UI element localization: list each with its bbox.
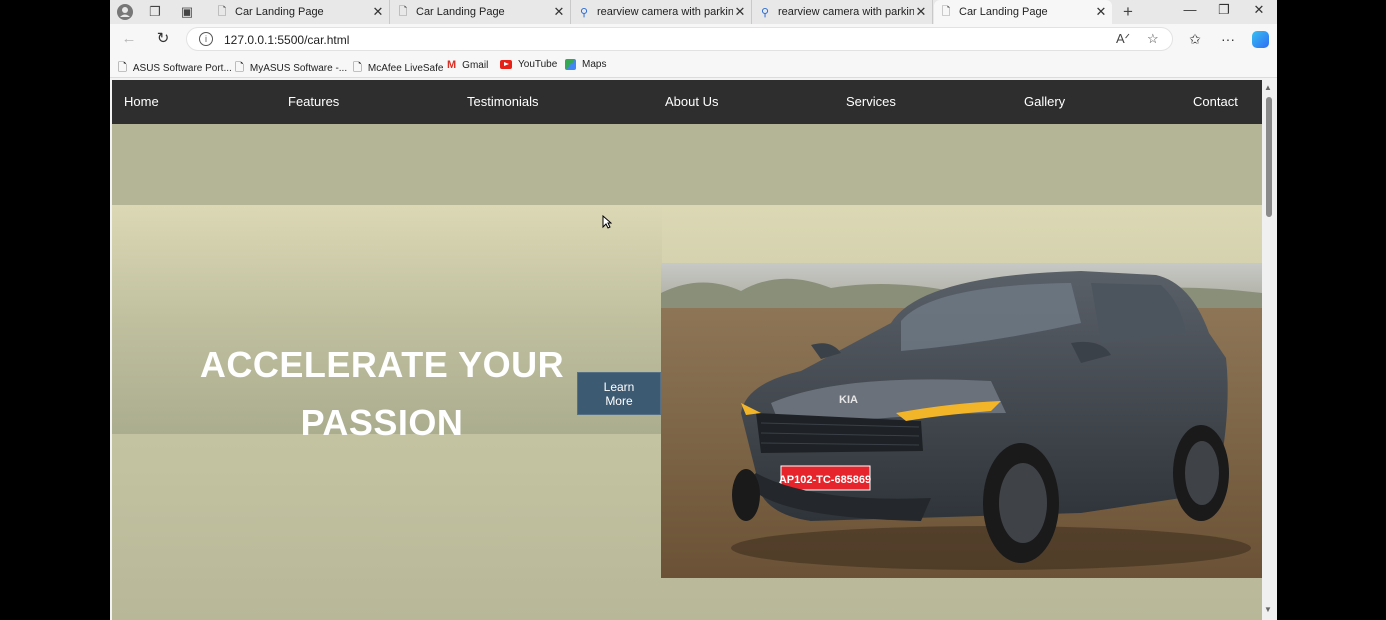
learn-more-button[interactable]: Learn More xyxy=(577,372,661,415)
browser-tab[interactable]: ⚲ rearview camera with parking sen ✕ xyxy=(572,0,752,24)
browser-tab[interactable]: 🗋 Car Landing Page ✕ xyxy=(210,0,390,24)
scroll-up-icon[interactable]: ▲ xyxy=(1264,83,1272,92)
tab-title: rearview camera with parking sen xyxy=(597,6,733,18)
bookmark-item[interactable]: 🗋 MyASUS Software -... xyxy=(235,59,347,78)
close-tab-icon[interactable]: ✕ xyxy=(914,4,928,20)
favorites-icon[interactable]: ✩ xyxy=(1186,31,1204,48)
url-text[interactable]: 127.0.0.1:5500/car.html xyxy=(224,33,349,47)
headline-line: PASSION xyxy=(300,402,464,443)
tab-strip: ❐ ▣ 🗋 Car Landing Page ✕ 🗋 Car Landing P… xyxy=(110,0,1277,24)
refresh-icon[interactable]: ↻ xyxy=(154,30,172,48)
close-window-icon[interactable]: ✕ xyxy=(1249,2,1269,18)
scrollbar-thumb[interactable] xyxy=(1266,97,1272,217)
scroll-down-icon[interactable]: ▼ xyxy=(1264,605,1272,614)
page-icon: 🗋 xyxy=(118,62,127,74)
page-icon: 🗋 xyxy=(353,62,362,74)
close-tab-icon[interactable]: ✕ xyxy=(1094,4,1108,20)
tab-title: rearview camera with parking sen xyxy=(778,6,914,18)
button-label: More xyxy=(605,393,633,408)
bookmark-item[interactable]: 🗋 McAfee LiveSafe xyxy=(353,59,443,78)
browser-tab-active[interactable]: 🗋 Car Landing Page ✕ xyxy=(934,0,1112,24)
nav-services[interactable]: Services xyxy=(846,94,896,109)
tab-title: Car Landing Page xyxy=(959,6,1048,18)
mouse-cursor xyxy=(602,214,613,234)
bookmarks-bar: 🗋 ASUS Software Port... 🗋 MyASUS Softwar… xyxy=(110,54,1277,78)
site-navbar: Home Features Testimonials About Us Serv… xyxy=(112,80,1262,124)
address-bar[interactable]: i 127.0.0.1:5500/car.html Aᐟ ☆ xyxy=(186,27,1173,51)
close-tab-icon[interactable]: ✕ xyxy=(733,4,747,20)
nav-home[interactable]: Home xyxy=(124,94,159,109)
car-badge: KIA xyxy=(839,394,858,406)
hero-headline: ACCELERATE YOUR PASSION xyxy=(132,336,632,452)
license-plate: AP102-TC-685869 xyxy=(779,474,871,486)
favorite-star-icon[interactable]: ☆ xyxy=(1147,31,1159,47)
youtube-icon xyxy=(500,60,512,69)
profile-icon[interactable] xyxy=(116,3,134,21)
new-tab-icon[interactable]: + xyxy=(1119,2,1137,21)
search-icon: ⚲ xyxy=(579,6,589,19)
page-scrollbar[interactable]: ▲ ▼ xyxy=(1262,80,1277,620)
restore-icon[interactable]: ❐ xyxy=(1214,2,1234,18)
search-icon: ⚲ xyxy=(760,6,770,19)
page-icon: 🗋 xyxy=(941,5,951,18)
nav-about-us[interactable]: About Us xyxy=(665,94,718,109)
more-menu-icon[interactable]: ··· xyxy=(1219,31,1237,47)
bookmark-item[interactable]: YouTube xyxy=(500,59,557,70)
read-aloud-icon[interactable]: Aᐟ xyxy=(1116,31,1130,47)
browser-window: ❐ ▣ 🗋 Car Landing Page ✕ 🗋 Car Landing P… xyxy=(110,0,1277,620)
page-icon: 🗋 xyxy=(217,5,227,18)
page-icon: 🗋 xyxy=(235,62,244,74)
nav-gallery[interactable]: Gallery xyxy=(1024,94,1065,109)
close-tab-icon[interactable]: ✕ xyxy=(371,4,385,20)
minimize-icon[interactable]: — xyxy=(1180,2,1200,17)
tab-title: Car Landing Page xyxy=(235,6,324,18)
browser-tab[interactable]: 🗋 Car Landing Page ✕ xyxy=(391,0,571,24)
button-label: Learn xyxy=(603,379,635,394)
bookmark-item[interactable]: 🗋 ASUS Software Port... xyxy=(118,59,232,78)
site-info-icon[interactable]: i xyxy=(199,32,213,46)
address-toolbar: ← ↻ i 127.0.0.1:5500/car.html Aᐟ ☆ ✩ ··· xyxy=(110,24,1277,54)
back-icon[interactable]: ← xyxy=(120,30,138,48)
header-band xyxy=(112,124,1262,205)
bookmark-item[interactable]: Maps xyxy=(565,59,606,70)
bookmark-item[interactable]: M Gmail xyxy=(447,59,488,71)
nav-contact[interactable]: Contact xyxy=(1193,94,1238,109)
headline-line: ACCELERATE YOUR xyxy=(199,344,565,385)
page-viewport: Home Features Testimonials About Us Serv… xyxy=(112,80,1262,620)
maps-icon xyxy=(565,59,576,70)
browser-tab[interactable]: ⚲ rearview camera with parking sen ✕ xyxy=(753,0,933,24)
car-image: KIA AP102-TC-685869 xyxy=(661,263,1262,578)
copilot-icon[interactable] xyxy=(1252,31,1269,48)
nav-features[interactable]: Features xyxy=(288,94,339,109)
nav-testimonials[interactable]: Testimonials xyxy=(467,94,539,109)
tab-title: Car Landing Page xyxy=(416,6,505,18)
gmail-icon: M xyxy=(447,59,457,71)
tab-actions-icon[interactable]: ▣ xyxy=(178,3,196,21)
page-icon: 🗋 xyxy=(398,5,408,18)
close-tab-icon[interactable]: ✕ xyxy=(552,4,566,20)
collections-icon[interactable]: ❐ xyxy=(146,3,164,21)
